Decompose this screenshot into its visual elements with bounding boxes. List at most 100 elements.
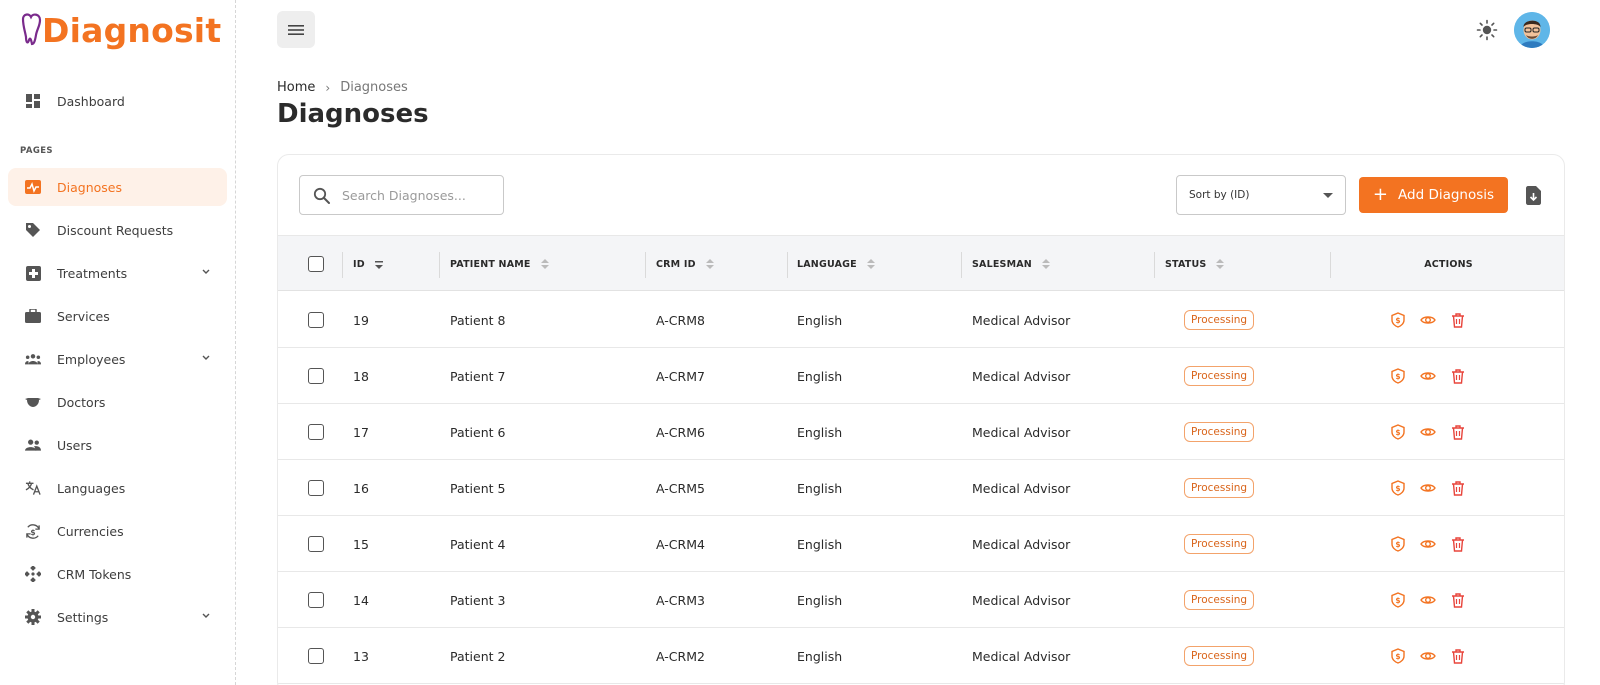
search-box [299, 175, 504, 215]
sidebar-item-crm-tokens[interactable]: CRM Tokens [8, 555, 227, 593]
view-icon[interactable] [1420, 368, 1436, 384]
translate-icon [25, 480, 41, 496]
plus-icon: + [1372, 184, 1389, 205]
sidebar-item-settings[interactable]: Settings [8, 598, 227, 636]
discount-icon[interactable]: $ [1390, 648, 1406, 664]
brand-name: Diagnosit [42, 10, 222, 50]
sidebar-item-diagnoses[interactable]: Diagnoses [8, 168, 227, 206]
view-icon[interactable] [1420, 648, 1436, 664]
cell-patient-name: Patient 3 [450, 592, 506, 608]
row-checkbox[interactable] [308, 648, 324, 664]
delete-icon[interactable] [1450, 536, 1466, 552]
delete-icon[interactable] [1450, 648, 1466, 664]
svg-text:$: $ [1395, 316, 1400, 325]
cell-language: English [797, 536, 843, 552]
column-divider [961, 252, 962, 278]
cell-language: English [797, 312, 843, 328]
row-checkbox[interactable] [308, 368, 324, 384]
sidebar-item-services[interactable]: Services [8, 297, 227, 335]
column-header-label: SALESMAN [972, 258, 1032, 270]
sidebar-item-users[interactable]: Users [8, 426, 227, 464]
row-checkbox[interactable] [308, 536, 324, 552]
brand-logo[interactable]: Diagnosit [20, 6, 221, 54]
tag-icon [25, 222, 41, 238]
table-row: 19 Patient 8 A-CRM8 English Medical Advi… [278, 292, 1564, 348]
sidebar-item-discount-requests[interactable]: Discount Requests [8, 211, 227, 249]
sidebar-item-label: Users [57, 437, 93, 453]
sidebar-item-label: CRM Tokens [57, 566, 132, 582]
discount-icon[interactable]: $ [1390, 480, 1406, 496]
row-checkbox[interactable] [308, 480, 324, 496]
breadcrumb-home-link[interactable]: Home [277, 80, 315, 95]
delete-icon[interactable] [1450, 368, 1466, 384]
row-checkbox[interactable] [308, 424, 324, 440]
view-icon[interactable] [1420, 424, 1436, 440]
column-header-id[interactable]: ID [353, 236, 383, 292]
status-badge: Processing [1184, 310, 1255, 330]
discount-icon[interactable]: $ [1390, 368, 1406, 384]
column-header-status[interactable]: STATUS [1165, 236, 1225, 292]
column-header-patient-name[interactable]: PATIENT NAME [450, 236, 549, 292]
view-icon[interactable] [1420, 592, 1436, 608]
sidebar-item-dashboard[interactable]: Dashboard [8, 82, 227, 120]
status-badge: Processing [1184, 366, 1255, 386]
cell-salesman: Medical Advisor [972, 368, 1071, 384]
section-label: PAGES [20, 146, 53, 156]
tooth-icon [21, 13, 42, 46]
cell-id: 15 [353, 536, 369, 552]
cell-crm-id: A-CRM7 [656, 368, 705, 384]
sidebar-item-label: Doctors [57, 394, 106, 410]
status-badge: Processing [1184, 590, 1255, 610]
delete-icon[interactable] [1450, 312, 1466, 328]
sidebar-item-currencies[interactable]: $ Currencies [8, 512, 227, 550]
theme-toggle-sun-icon[interactable] [1476, 19, 1498, 41]
sidebar-item-label: Dashboard [57, 93, 125, 109]
column-divider [787, 252, 788, 278]
select-all-checkbox[interactable] [308, 256, 324, 272]
gear-icon [25, 609, 41, 625]
sidebar-item-doctors[interactable]: Doctors [8, 383, 227, 421]
sidebar-item-label: Employees [57, 351, 126, 367]
view-icon[interactable] [1420, 536, 1436, 552]
sidebar-item-treatments[interactable]: Treatments [8, 254, 227, 292]
delete-icon[interactable] [1450, 480, 1466, 496]
column-divider [342, 252, 343, 278]
view-icon[interactable] [1420, 480, 1436, 496]
table-row: 18 Patient 7 A-CRM7 English Medical Advi… [278, 348, 1564, 404]
sort-icon [1041, 259, 1050, 269]
column-divider [1154, 252, 1155, 278]
discount-icon[interactable]: $ [1390, 536, 1406, 552]
page-title: Diagnoses [277, 99, 429, 129]
cell-language: English [797, 424, 843, 440]
breadcrumb-separator: › [325, 80, 331, 95]
row-checkbox[interactable] [308, 312, 324, 328]
delete-icon[interactable] [1450, 424, 1466, 440]
search-input[interactable] [342, 184, 497, 206]
export-file-icon[interactable] [1526, 186, 1541, 205]
discount-icon[interactable]: $ [1390, 424, 1406, 440]
discount-icon[interactable]: $ [1390, 592, 1406, 608]
avatar-face-icon [1514, 12, 1550, 48]
currency-icon: $ [25, 523, 41, 539]
column-header-salesman[interactable]: SALESMAN [972, 236, 1050, 292]
sidebar-item-employees[interactable]: Employees [8, 340, 227, 378]
column-header-actions: ACTIONS [1331, 236, 1564, 292]
user-avatar[interactable] [1514, 12, 1550, 48]
column-header-language[interactable]: LANGUAGE [797, 236, 875, 292]
view-icon[interactable] [1420, 312, 1436, 328]
column-divider [439, 252, 440, 278]
sort-icon [1216, 259, 1225, 269]
sort-select[interactable]: Sort by (ID) [1176, 175, 1346, 215]
sidebar-item-languages[interactable]: Languages [8, 469, 227, 507]
column-header-crm-id[interactable]: CRM ID [656, 236, 714, 292]
table-header: ID PATIENT NAME CRM ID LANGUAGE SALESMAN [278, 235, 1564, 292]
discount-icon[interactable]: $ [1390, 312, 1406, 328]
cell-id: 14 [353, 592, 369, 608]
diagnoses-card: Sort by (ID) + Add Diagnosis ID PATIENT … [277, 154, 1565, 685]
menu-toggle-button[interactable] [277, 11, 315, 48]
sort-icon [866, 259, 875, 269]
row-checkbox[interactable] [308, 592, 324, 608]
delete-icon[interactable] [1450, 592, 1466, 608]
add-diagnosis-button[interactable]: + Add Diagnosis [1359, 177, 1508, 213]
briefcase-icon [25, 308, 41, 324]
